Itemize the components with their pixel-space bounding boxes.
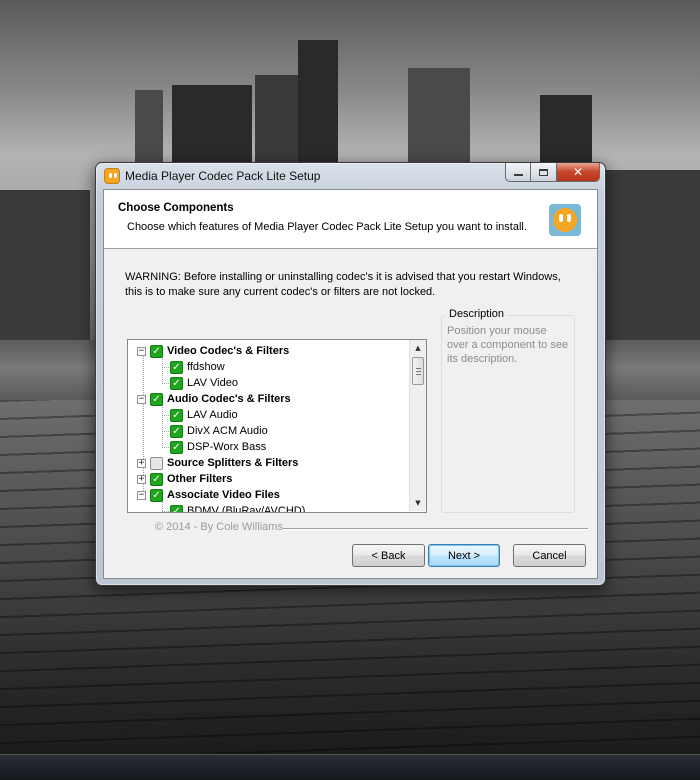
- tree-item-lav-audio[interactable]: ✓ LAV Audio: [170, 407, 238, 423]
- tree-item-source-splitters[interactable]: + ✓ Source Splitters & Filters: [137, 455, 298, 471]
- tree-item-label: ffdshow: [187, 361, 225, 373]
- tree-item-label: Video Codec's & Filters: [167, 345, 290, 357]
- scroll-down-icon[interactable]: ▼: [410, 495, 426, 511]
- tree-item-label: DSP-Worx Bass: [187, 441, 267, 453]
- scroll-thumb[interactable]: [412, 357, 424, 385]
- footer-separator: [283, 528, 588, 530]
- tree-item-label: Audio Codec's & Filters: [167, 393, 291, 405]
- back-button[interactable]: < Back: [352, 544, 425, 567]
- close-icon: ✕: [572, 165, 584, 179]
- tree-item-divx-acm-audio[interactable]: ✓ DivX ACM Audio: [170, 423, 268, 439]
- tree-item-lav-video[interactable]: ✓ LAV Video: [170, 375, 238, 391]
- maximize-icon: [539, 168, 548, 176]
- checkbox-checked-icon[interactable]: ✓: [170, 408, 183, 422]
- tree-item-label: LAV Video: [187, 377, 238, 389]
- checkbox-unchecked-icon[interactable]: ✓: [150, 456, 163, 470]
- scroll-up-icon[interactable]: ▲: [410, 340, 426, 356]
- page-header: Choose Components Choose which features …: [104, 190, 597, 249]
- checkbox-checked-icon[interactable]: ✓: [150, 472, 163, 486]
- collapse-icon[interactable]: −: [137, 491, 146, 500]
- tree-item-dsp-worx-bass[interactable]: ✓ DSP-Worx Bass: [170, 439, 266, 455]
- checkbox-checked-icon[interactable]: ✓: [170, 376, 183, 390]
- page-subtitle: Choose which features of Media Player Co…: [127, 221, 527, 233]
- components-tree[interactable]: − ✓ Video Codec's & Filters ✓ ffdshow ✓ …: [127, 339, 427, 513]
- tree-item-associate-video-files[interactable]: − ✓ Associate Video Files: [137, 487, 280, 503]
- expand-icon[interactable]: +: [137, 459, 146, 468]
- tree-item-other-filters[interactable]: + ✓ Other Filters: [137, 471, 232, 487]
- app-icon: [104, 168, 120, 184]
- warning-text: WARNING: Before installing or uninstalli…: [125, 271, 561, 298]
- cancel-button[interactable]: Cancel: [513, 544, 586, 567]
- smiley-face-icon: [549, 204, 581, 236]
- tree-scrollbar[interactable]: ▲ ▼: [409, 340, 426, 511]
- tree-item-label: Source Splitters & Filters: [167, 457, 299, 469]
- checkbox-checked-icon[interactable]: ✓: [170, 360, 183, 374]
- description-text: Position your mouse over a component to …: [447, 325, 569, 365]
- maximize-button[interactable]: [531, 163, 557, 182]
- tree-item-label: BDMV (BluRay/AVCHD): [187, 505, 306, 513]
- minimize-button[interactable]: [505, 163, 531, 182]
- window-title: Media Player Codec Pack Lite Setup: [125, 169, 321, 183]
- checkbox-checked-icon[interactable]: ✓: [150, 392, 163, 406]
- next-button[interactable]: Next >: [428, 544, 500, 567]
- tree-item-audio-codecs[interactable]: − ✓ Audio Codec's & Filters: [137, 391, 291, 407]
- checkbox-checked-icon[interactable]: ✓: [170, 424, 183, 438]
- skyline-building: [605, 170, 700, 350]
- expand-icon[interactable]: +: [137, 475, 146, 484]
- tree-item-ffdshow[interactable]: ✓ ffdshow: [170, 359, 225, 375]
- title-bar[interactable]: Media Player Codec Pack Lite Setup ✕: [96, 163, 605, 189]
- tree-item-label: Other Filters: [167, 473, 233, 485]
- tree-item-video-codecs[interactable]: − ✓ Video Codec's & Filters: [137, 343, 289, 359]
- tree-item-label: DivX ACM Audio: [187, 425, 268, 437]
- skyline-building: [0, 190, 90, 350]
- checkbox-checked-icon[interactable]: ✓: [170, 504, 183, 512]
- tree-item-label: LAV Audio: [187, 409, 238, 421]
- tree-item-bdmv[interactable]: ✓ BDMV (BluRay/AVCHD): [170, 503, 306, 513]
- tree-item-label: Associate Video Files: [167, 489, 280, 501]
- checkbox-checked-icon[interactable]: ✓: [170, 440, 183, 454]
- collapse-icon[interactable]: −: [137, 395, 146, 404]
- credit-text: © 2014 - By Cole Williams: [155, 521, 283, 533]
- minimize-icon: [513, 173, 523, 176]
- checkbox-checked-icon[interactable]: ✓: [150, 344, 163, 358]
- checkbox-checked-icon[interactable]: ✓: [150, 488, 163, 502]
- page-title: Choose Components: [118, 202, 234, 214]
- collapse-icon[interactable]: −: [137, 347, 146, 356]
- close-button[interactable]: ✕: [557, 163, 600, 182]
- caption-buttons: ✕: [505, 163, 600, 182]
- description-label: Description: [446, 308, 508, 320]
- taskbar: [0, 754, 700, 780]
